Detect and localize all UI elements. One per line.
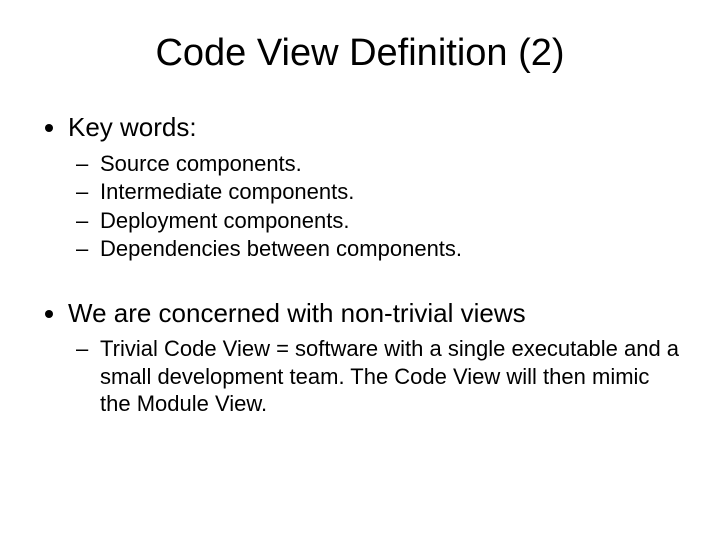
bullet-keywords: Key words: Source components. Intermedia…: [68, 111, 680, 263]
list-item: Trivial Code View = software with a sing…: [100, 335, 680, 418]
sublist-concern: Trivial Code View = software with a sing…: [68, 335, 680, 418]
bullet-keywords-label: Key words:: [68, 112, 197, 142]
list-item: Source components.: [100, 150, 680, 178]
list-item: Dependencies between components.: [100, 235, 680, 263]
slide: Code View Definition (2) Key words: Sour…: [0, 0, 720, 540]
bullet-concern: We are concerned with non-trivial views …: [68, 297, 680, 418]
slide-title: Code View Definition (2): [40, 32, 680, 75]
slide-body: Key words: Source components. Intermedia…: [40, 111, 680, 418]
bullet-list-keywords: Key words: Source components. Intermedia…: [40, 111, 680, 263]
list-item: Deployment components.: [100, 207, 680, 235]
bullet-concern-label: We are concerned with non-trivial views: [68, 298, 526, 328]
bullet-list-concern: We are concerned with non-trivial views …: [40, 297, 680, 418]
sublist-keywords: Source components. Intermediate componen…: [68, 150, 680, 263]
list-item: Intermediate components.: [100, 178, 680, 206]
